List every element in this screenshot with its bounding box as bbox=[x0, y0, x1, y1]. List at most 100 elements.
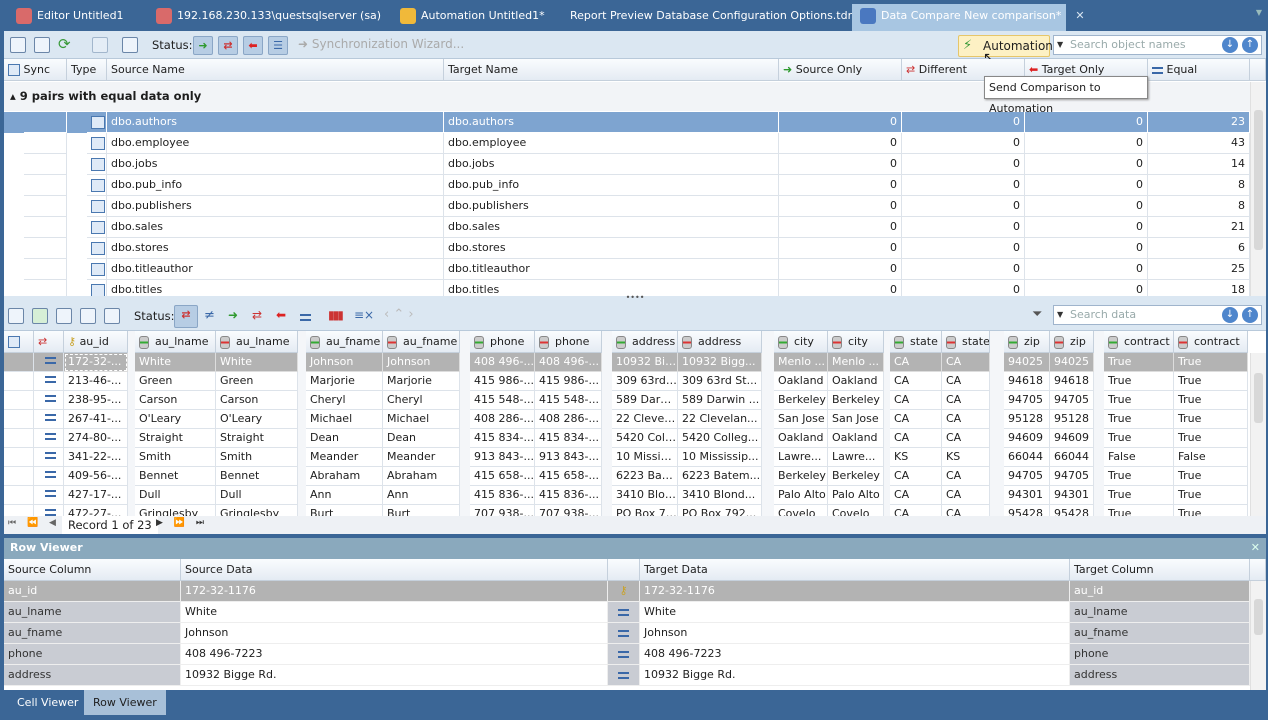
cell-phone[interactable]: 415 986-... bbox=[535, 372, 602, 391]
row-selector[interactable] bbox=[4, 410, 34, 429]
column-header-au_fname[interactable]: au_fname bbox=[383, 331, 460, 353]
table-row[interactable]: dbo.employee dbo.employee 0 0 0 43 bbox=[4, 133, 1250, 154]
filter-equal-button[interactable]: ☰ bbox=[268, 36, 288, 55]
cell-contract[interactable]: True bbox=[1104, 353, 1174, 372]
cell-state[interactable]: CA bbox=[942, 486, 990, 505]
cell-phone[interactable]: 415 658-... bbox=[535, 467, 602, 486]
column-header-city[interactable]: city bbox=[774, 331, 828, 353]
cell-city[interactable]: Lawre... bbox=[774, 448, 828, 467]
column-header-au_lname[interactable]: au_lname bbox=[135, 331, 216, 353]
rv-cell[interactable]: Johnson bbox=[181, 623, 608, 644]
export-excel-icon[interactable] bbox=[32, 308, 48, 324]
row-selector[interactable] bbox=[4, 353, 34, 372]
cell-au_lname[interactable]: Dull bbox=[135, 486, 216, 505]
cell-state[interactable]: CA bbox=[890, 391, 942, 410]
cell-contract[interactable]: True bbox=[1104, 486, 1174, 505]
cell-zip[interactable]: 94705 bbox=[1004, 467, 1050, 486]
row-selector[interactable] bbox=[4, 505, 34, 516]
cell-city[interactable]: Menlo ... bbox=[774, 353, 828, 372]
cell-address[interactable]: 22 Clevelan... bbox=[612, 410, 678, 429]
cell-address[interactable]: 10932 Bigg... bbox=[678, 353, 762, 372]
column-header-zip[interactable]: zip bbox=[1050, 331, 1094, 353]
cell-state[interactable]: CA bbox=[942, 410, 990, 429]
cell-address[interactable]: 3410 Blond... bbox=[612, 486, 678, 505]
sync-wizard-button[interactable]: ➜ Synchronization Wizard... bbox=[298, 37, 464, 51]
cell-state[interactable]: CA bbox=[942, 505, 990, 516]
filter-source-only-icon[interactable]: ➜ bbox=[228, 308, 238, 322]
cell-phone[interactable]: 913 843-... bbox=[470, 448, 535, 467]
cell-contract[interactable]: True bbox=[1174, 410, 1248, 429]
edit-pair-icon[interactable] bbox=[34, 37, 50, 53]
cell-au_lname[interactable]: Straight bbox=[216, 429, 298, 448]
table-row[interactable]: dbo.authors dbo.authors 0 0 0 23 bbox=[4, 112, 1250, 133]
print-icon[interactable] bbox=[8, 308, 24, 324]
row-selector[interactable] bbox=[4, 429, 34, 448]
cell-address[interactable]: 10932 Bigg... bbox=[612, 353, 678, 372]
cell-contract[interactable]: True bbox=[1104, 429, 1174, 448]
cell-au_lname[interactable]: Dull bbox=[216, 486, 298, 505]
cell-city[interactable]: San Jose bbox=[774, 410, 828, 429]
table-row[interactable]: dbo.stores dbo.stores 0 0 0 6 bbox=[4, 238, 1250, 259]
options-icon[interactable] bbox=[122, 37, 138, 53]
cell-city[interactable]: Oakland bbox=[828, 429, 884, 448]
cell-state[interactable]: CA bbox=[942, 372, 990, 391]
cell-phone[interactable]: 415 658-... bbox=[470, 467, 535, 486]
cell-au_fname[interactable]: Abraham bbox=[306, 467, 383, 486]
row-selector[interactable] bbox=[4, 391, 34, 410]
rv-cell[interactable]: au_fname bbox=[4, 623, 181, 644]
clear-filter-icon[interactable]: ≡× bbox=[354, 308, 374, 322]
cell-contract[interactable]: False bbox=[1174, 448, 1248, 467]
cell-phone[interactable]: 415 548-... bbox=[470, 391, 535, 410]
cell-state[interactable]: CA bbox=[942, 429, 990, 448]
filter-source-only-button[interactable]: ➜ bbox=[193, 36, 213, 55]
rv-cell[interactable]: au_id bbox=[4, 581, 181, 602]
cell-city[interactable]: Berkeley bbox=[828, 391, 884, 410]
column-header-contract[interactable]: contract bbox=[1104, 331, 1174, 353]
cell-au_fname[interactable]: Johnson bbox=[383, 353, 460, 372]
rv-cell[interactable]: au_fname bbox=[1070, 623, 1250, 644]
tab-4[interactable]: Data Compare New comparison* ✕ bbox=[852, 4, 1085, 31]
cell-city[interactable]: Oakland bbox=[828, 372, 884, 391]
cell-city[interactable]: Covelo bbox=[828, 505, 884, 516]
cell-contract[interactable]: True bbox=[1174, 486, 1248, 505]
dropdown-icon[interactable]: ▼ bbox=[1057, 306, 1063, 324]
cell-au_fname[interactable]: Dean bbox=[383, 429, 460, 448]
status-header[interactable]: ⇄ bbox=[34, 331, 64, 353]
cell-address[interactable]: 10 Mississip... bbox=[678, 448, 762, 467]
fit-columns-icon[interactable] bbox=[56, 308, 72, 324]
cell-au_fname[interactable]: Burt bbox=[383, 505, 460, 516]
cell-zip[interactable]: 95428 bbox=[1004, 505, 1050, 516]
column-header-au_fname[interactable]: au_fname bbox=[306, 331, 383, 353]
search-prev-icon[interactable]: ↑ bbox=[1242, 37, 1258, 53]
cell-address[interactable]: PO Box 792... bbox=[612, 505, 678, 516]
cell-address[interactable]: 309 63rd St... bbox=[678, 372, 762, 391]
cell-phone[interactable]: 415 548-... bbox=[535, 391, 602, 410]
scroll-thumb[interactable] bbox=[1254, 599, 1263, 635]
cell-address[interactable]: 5420 Colleg... bbox=[678, 429, 762, 448]
cell-phone[interactable]: 415 836-... bbox=[535, 486, 602, 505]
cell-au_fname[interactable]: Meander bbox=[383, 448, 460, 467]
cell-city[interactable]: Oakland bbox=[774, 372, 828, 391]
cell-au_id[interactable]: 213-46-... bbox=[64, 372, 128, 391]
scroll-thumb[interactable] bbox=[1254, 110, 1263, 250]
cell-zip[interactable]: 66044 bbox=[1004, 448, 1050, 467]
table-row[interactable]: dbo.sales dbo.sales 0 0 0 21 bbox=[4, 217, 1250, 238]
cell-au_fname[interactable]: Marjorie bbox=[306, 372, 383, 391]
cell-address[interactable]: 309 63rd St... bbox=[612, 372, 678, 391]
rv-header-2[interactable] bbox=[608, 559, 640, 581]
cell-contract[interactable]: True bbox=[1104, 467, 1174, 486]
cell-au_lname[interactable]: Green bbox=[216, 372, 298, 391]
code-view-icon[interactable] bbox=[80, 308, 96, 324]
cell-phone[interactable]: 707 938-... bbox=[535, 505, 602, 516]
cell-address[interactable]: 589 Darwin ... bbox=[678, 391, 762, 410]
row-selector[interactable] bbox=[4, 448, 34, 467]
cell-contract[interactable]: False bbox=[1104, 448, 1174, 467]
cell-zip[interactable]: 95428 bbox=[1050, 505, 1094, 516]
cell-contract[interactable]: True bbox=[1174, 429, 1248, 448]
cell-contract[interactable]: True bbox=[1174, 353, 1248, 372]
cell-au_fname[interactable]: Michael bbox=[383, 410, 460, 429]
cell-zip[interactable]: 94705 bbox=[1050, 467, 1094, 486]
filter-all-button[interactable]: ⇄ bbox=[174, 305, 198, 328]
search-next-icon[interactable]: ↓ bbox=[1222, 307, 1238, 323]
cell-zip[interactable]: 94609 bbox=[1050, 429, 1094, 448]
